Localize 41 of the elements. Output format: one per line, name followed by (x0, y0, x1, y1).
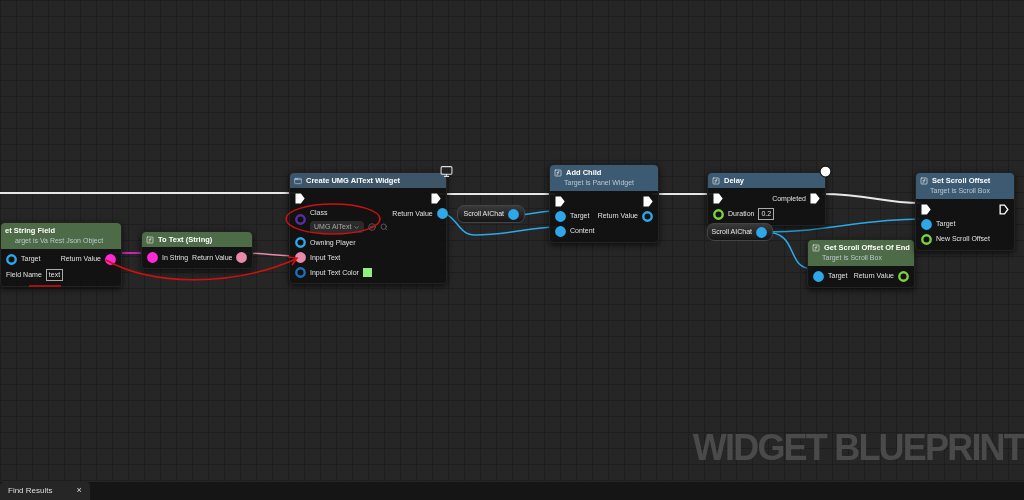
widget-icon (294, 176, 302, 185)
pin-icon[interactable] (921, 233, 932, 245)
pin-icon[interactable] (436, 208, 448, 220)
function-icon (712, 176, 720, 185)
pin-icon[interactable] (147, 252, 158, 264)
exec-pin-icon[interactable] (810, 193, 820, 205)
pin-icon[interactable] (713, 208, 724, 220)
pin-icon[interactable] (898, 270, 909, 282)
pin-icon[interactable] (813, 270, 824, 282)
pin-icon[interactable] (555, 225, 566, 237)
tab-label: Find Results (8, 485, 53, 497)
color-swatch[interactable] (362, 268, 372, 278)
caret-icon (353, 223, 361, 231)
function-icon (146, 235, 154, 244)
pin-icon[interactable] (295, 252, 306, 264)
exec-pin-icon[interactable] (295, 193, 305, 205)
exec-pin-icon[interactable] (713, 193, 723, 205)
pin-icon[interactable] (6, 253, 17, 265)
exec-pin-icon[interactable] (643, 195, 653, 207)
close-button[interactable]: × (76, 484, 82, 498)
function-icon (812, 243, 820, 252)
circle-arrow-icon[interactable] (368, 223, 377, 231)
exec-pin-icon[interactable] (555, 195, 565, 207)
bottom-tab[interactable]: Find Results × (0, 482, 90, 500)
monitor-icon (440, 165, 453, 178)
function-icon (554, 168, 562, 177)
search-icon[interactable] (380, 223, 389, 231)
pin-icon[interactable] (642, 210, 653, 222)
underline-annotation (28, 285, 62, 287)
pin-icon[interactable] (555, 210, 566, 222)
pin-icon[interactable] (236, 252, 248, 264)
exec-pin-icon[interactable] (921, 203, 931, 215)
exec-pin-icon[interactable] (999, 203, 1009, 215)
pin-icon[interactable] (756, 226, 767, 238)
pin-icon[interactable] (295, 237, 306, 249)
pin-icon[interactable] (921, 218, 932, 230)
pin-icon[interactable] (508, 208, 519, 220)
clock-icon (819, 165, 832, 178)
function-icon (920, 176, 928, 185)
exec-pin-icon[interactable] (431, 193, 441, 205)
pin-icon[interactable] (105, 253, 116, 265)
